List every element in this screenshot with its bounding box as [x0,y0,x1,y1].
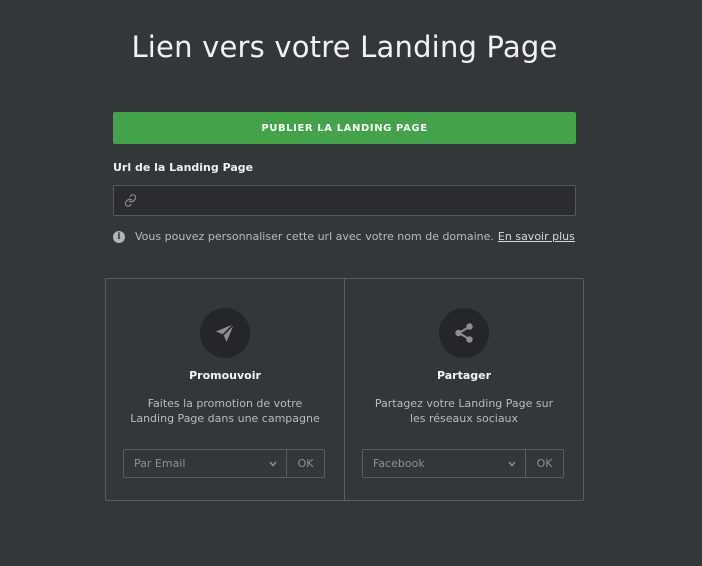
page-title: Lien vers votre Landing Page [131,30,558,64]
share-network-select[interactable]: Facebook [362,449,526,478]
promote-select-value: Par Email [134,457,186,470]
paper-plane-icon [200,308,250,358]
share-controls: Facebook OK [362,449,564,478]
publish-landing-page-button[interactable]: PUBLIER LA LANDING PAGE [113,112,576,144]
url-label: Url de la Landing Page [113,161,254,174]
promote-description: Faites la promotion de votre Landing Pag… [106,396,344,426]
promote-title: Promouvoir [189,369,261,382]
promote-channel-select[interactable]: Par Email [123,449,287,478]
share-card: Partager Partagez votre Landing Page sur… [344,279,583,500]
share-desc-line2: les réseaux sociaux [409,412,519,425]
share-title: Partager [436,369,492,382]
share-description: Partagez votre Landing Page sur les rése… [345,396,583,426]
learn-more-link[interactable]: En savoir plus [498,230,575,243]
action-cards: Promouvoir Faites la promotion de votre … [105,278,584,501]
share-icon [439,308,489,358]
share-select-value: Facebook [373,457,425,470]
promote-desc-line2: Landing Page dans une campagne [130,412,320,425]
share-ok-button[interactable]: OK [526,449,564,478]
promote-controls: Par Email OK [123,449,325,478]
promote-desc-line1: Faites la promotion de votre [147,397,303,410]
share-desc-line1: Partagez votre Landing Page sur [374,397,554,410]
promote-ok-button[interactable]: OK [287,449,325,478]
url-field[interactable] [113,185,576,216]
url-input[interactable] [137,186,575,215]
link-icon [123,194,137,208]
info-line: i Vous pouvez personnaliser cette url av… [113,230,575,243]
promote-card: Promouvoir Faites la promotion de votre … [106,279,344,500]
info-icon: i [113,230,125,243]
chevron-down-icon [508,460,516,468]
info-text: Vous pouvez personnaliser cette url avec… [135,230,494,243]
chevron-down-icon [269,460,277,468]
